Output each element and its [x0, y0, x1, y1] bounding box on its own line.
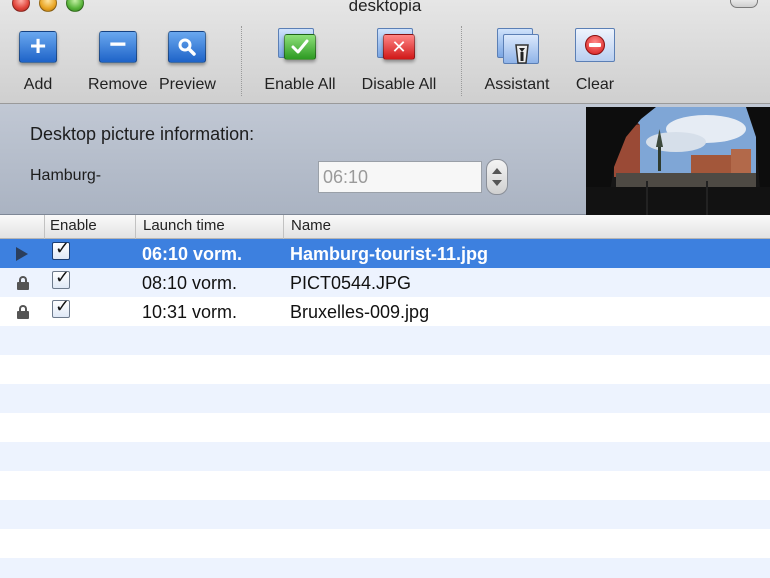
table-row[interactable]: ✓ 10:31 vorm. Bruxelles-009.jpg [0, 296, 770, 326]
disclosure-triangle-icon[interactable] [16, 247, 28, 261]
checkmark-icon [258, 28, 342, 66]
enable-checkbox[interactable]: ✓ [52, 296, 70, 318]
empty-row [0, 413, 770, 442]
launch-time-field[interactable]: 06:10 [318, 161, 482, 193]
no-entry-icon [573, 28, 617, 66]
column-header-launch-time[interactable]: Launch time [143, 217, 225, 237]
minus-icon: − [96, 28, 140, 66]
column-header-name[interactable]: Name [291, 217, 331, 237]
assistant-label: Assistant [484, 76, 550, 93]
lock-icon [16, 276, 30, 290]
table-row[interactable]: ✓ 08:10 vorm. PICT0544.JPG [0, 267, 770, 297]
x-icon: ✕ [355, 28, 443, 66]
name-cell: PICT0544.JPG [290, 273, 412, 293]
name-cell: Hamburg-tourist-11.jpg [290, 244, 489, 264]
table-row[interactable]: ✓ 06:10 vorm. Hamburg-tourist-11.jpg [0, 238, 770, 268]
remove-label: Remove [88, 76, 148, 93]
plus-icon: + [16, 28, 60, 66]
window-title: desktopia [348, 0, 422, 15]
add-button[interactable]: + Add [16, 28, 60, 94]
stepper-up-icon[interactable] [492, 168, 502, 174]
disable-all-label: Disable All [361, 76, 437, 93]
toolbar-separator [241, 26, 242, 96]
stepper-down-icon[interactable] [492, 180, 502, 186]
info-heading: Desktop picture information: [30, 124, 255, 144]
toolbar-toggle-button[interactable] [730, 0, 758, 8]
picture-table: ✓ 06:10 vorm. Hamburg-tourist-11.jpg ✓ 0… [0, 238, 770, 578]
launch-time-cell: 06:10 vorm. [142, 244, 243, 264]
assistant-icon [479, 28, 555, 66]
empty-row [0, 326, 770, 355]
enable-checkbox[interactable]: ✓ [52, 238, 70, 260]
toolbar-separator [461, 26, 462, 96]
empty-row [0, 558, 770, 578]
preview-label: Preview [159, 76, 216, 93]
table-header: Enable Launch time Name [0, 215, 770, 239]
time-stepper[interactable] [486, 159, 508, 195]
launch-time-cell: 08:10 vorm. [142, 273, 238, 293]
empty-row [0, 355, 770, 384]
clear-button[interactable]: Clear [573, 28, 617, 94]
enable-all-button[interactable]: Enable All [258, 28, 342, 94]
empty-row [0, 442, 770, 471]
launch-time-cell: 10:31 vorm. [142, 302, 238, 322]
picture-name: Hamburg- [30, 167, 102, 184]
magnifier-icon [165, 28, 209, 66]
empty-row [0, 529, 770, 558]
name-cell: Bruxelles-009.jpg [290, 302, 430, 322]
lock-icon [16, 305, 30, 319]
assistant-button[interactable]: Assistant [479, 28, 555, 94]
empty-row [0, 500, 770, 529]
empty-row [0, 471, 770, 500]
disable-all-button[interactable]: ✕ Disable All [355, 28, 443, 94]
clear-label: Clear [575, 76, 615, 93]
column-header-enable[interactable]: Enable [50, 217, 97, 237]
enable-checkbox[interactable]: ✓ [52, 267, 70, 289]
empty-row [0, 384, 770, 413]
enable-all-label: Enable All [264, 76, 336, 93]
remove-button[interactable]: − Remove [88, 28, 148, 94]
picture-thumbnail [586, 107, 770, 215]
add-label: Add [23, 76, 53, 93]
preview-button[interactable]: Preview [159, 28, 216, 94]
toolbar: desktopia + Add − Remove Preview Enable … [0, 0, 770, 104]
